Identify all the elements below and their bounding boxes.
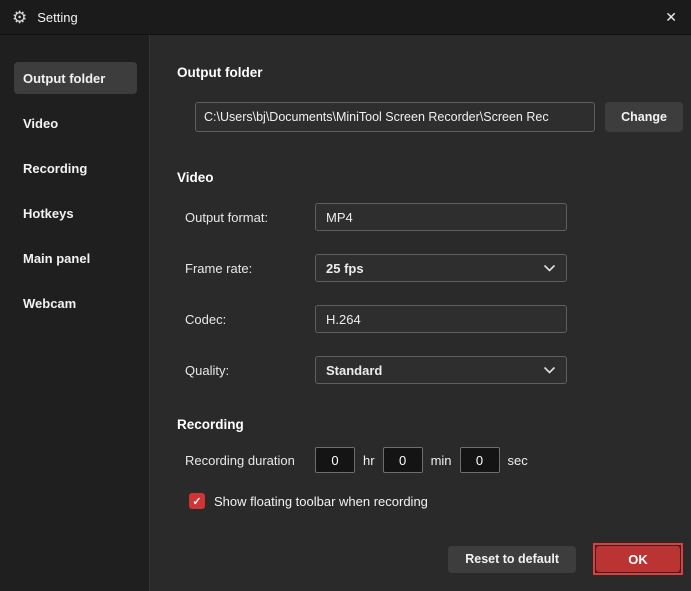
window-body: Output folder Video Recording Hotkeys Ma… [0,35,691,591]
codec-input[interactable]: H.264 [315,305,567,333]
output-format-value: MP4 [326,210,353,225]
output-folder-path-input[interactable] [195,102,595,132]
duration-hours-input[interactable] [315,447,355,473]
sidebar-item-webcam[interactable]: Webcam [14,287,137,319]
ok-button[interactable]: OK [596,546,680,572]
sidebar-item-main-panel[interactable]: Main panel [14,242,137,274]
output-format-row: Output format: MP4 [185,203,683,231]
duration-seconds-input[interactable] [460,447,500,473]
quality-row: Quality: Standard [185,356,683,384]
change-folder-button[interactable]: Change [605,102,683,132]
recording-duration-row: Recording duration hr min sec [185,447,683,473]
minutes-unit-label: min [431,453,452,468]
frame-rate-select[interactable]: 25 fps [315,254,567,282]
output-folder-row: Change [195,102,683,132]
recording-duration-label: Recording duration [185,453,315,468]
settings-panel: Output folder Change Video Output format… [150,35,691,591]
settings-window: ⚙ Setting ✕ Output folder Video Recordin… [0,0,691,591]
sidebar: Output folder Video Recording Hotkeys Ma… [0,35,150,591]
hours-unit-label: hr [363,453,375,468]
frame-rate-value: 25 fps [326,261,364,276]
sidebar-item-output-folder[interactable]: Output folder [14,62,137,94]
window-title: Setting [37,10,77,25]
codec-value: H.264 [326,312,361,327]
codec-row: Codec: H.264 [185,305,683,333]
floating-toolbar-checkbox[interactable]: ✓ [189,493,205,509]
seconds-unit-label: sec [508,453,528,468]
frame-rate-row: Frame rate: 25 fps [185,254,683,282]
footer-actions: Reset to default OK [448,543,683,575]
settings-gear-icon: ⚙ [12,9,27,26]
chevron-down-icon [543,366,556,375]
quality-label: Quality: [185,363,315,378]
titlebar: ⚙ Setting ✕ [0,0,691,35]
video-section-title: Video [177,170,683,185]
codec-label: Codec: [185,312,315,327]
sidebar-item-recording[interactable]: Recording [14,152,137,184]
duration-minutes-input[interactable] [383,447,423,473]
output-format-label: Output format: [185,210,315,225]
floating-toolbar-option: ✓ Show floating toolbar when recording [189,493,683,509]
output-folder-section-title: Output folder [177,65,683,80]
ok-button-highlight: OK [593,543,683,575]
sidebar-item-video[interactable]: Video [14,107,137,139]
close-icon[interactable]: ✕ [651,9,677,26]
reset-to-default-button[interactable]: Reset to default [448,546,576,573]
output-format-input[interactable]: MP4 [315,203,567,231]
frame-rate-label: Frame rate: [185,261,315,276]
chevron-down-icon [543,264,556,273]
floating-toolbar-checkbox-label: Show floating toolbar when recording [214,494,428,509]
recording-section-title: Recording [177,417,683,432]
quality-select[interactable]: Standard [315,356,567,384]
quality-value: Standard [326,363,382,378]
sidebar-item-hotkeys[interactable]: Hotkeys [14,197,137,229]
